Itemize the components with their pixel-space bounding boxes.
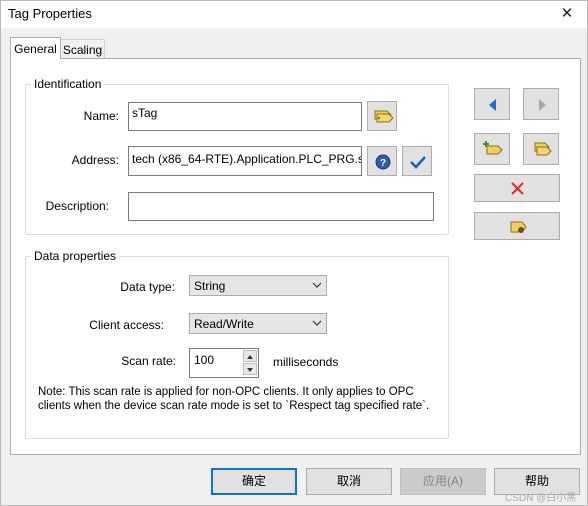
- next-tag-button[interactable]: [523, 88, 559, 120]
- tab-general[interactable]: General: [10, 37, 61, 59]
- scan-rate-unit: milliseconds: [273, 355, 339, 369]
- chevron-down-icon: [312, 282, 322, 288]
- previous-tag-button[interactable]: [474, 88, 510, 120]
- description-field[interactable]: [128, 192, 434, 221]
- delete-x-icon: [511, 182, 524, 195]
- tag-properties-button[interactable]: [474, 212, 560, 240]
- client-access-select[interactable]: Read/Write: [189, 313, 327, 334]
- watermark: CSDN @白小黑: [505, 493, 577, 504]
- title-bar: Tag Properties ✕: [1, 1, 587, 28]
- scan-rate-value: 100: [194, 353, 215, 367]
- scan-rate-spinner[interactable]: 100: [189, 348, 259, 378]
- delete-tag-button[interactable]: [474, 174, 560, 202]
- checkmark-icon: [410, 156, 426, 169]
- address-help-button[interactable]: ?: [367, 146, 397, 176]
- svg-text:?: ?: [380, 158, 386, 169]
- new-tag-icon: [483, 141, 503, 155]
- cancel-button[interactable]: 取消: [306, 468, 392, 495]
- duplicate-tag-icon: [534, 142, 552, 156]
- scan-rate-label: Scan rate:: [121, 354, 176, 368]
- data-type-value: String: [194, 279, 226, 293]
- chevron-up-icon: [247, 355, 253, 359]
- chevron-down-icon: [247, 368, 253, 372]
- tag-properties-dialog: Tag Properties ✕ General Scaling Identif…: [0, 0, 588, 506]
- name-field[interactable]: sTag: [128, 102, 362, 131]
- apply-button[interactable]: 应用(A): [400, 468, 486, 495]
- data-type-select[interactable]: String: [189, 275, 327, 296]
- new-tag-button[interactable]: [474, 133, 510, 165]
- browse-name-button[interactable]: [367, 101, 397, 131]
- validate-address-button[interactable]: [402, 146, 432, 176]
- spin-down-button[interactable]: [243, 363, 257, 375]
- arrow-left-icon: [489, 99, 496, 111]
- identification-legend: Identification: [31, 77, 105, 91]
- close-icon[interactable]: ✕: [549, 1, 585, 27]
- client-access-value: Read/Write: [194, 317, 254, 331]
- name-label: Name:: [83, 109, 119, 123]
- client-access-label: Client access:: [89, 318, 164, 332]
- tag-properties-icon: [510, 221, 527, 233]
- data-properties-legend: Data properties: [31, 249, 120, 263]
- duplicate-tag-button[interactable]: [523, 133, 559, 165]
- description-label: Description:: [45, 199, 109, 213]
- spin-up-button[interactable]: [243, 350, 257, 362]
- chevron-down-icon: [312, 320, 322, 326]
- address-label: Address:: [71, 153, 119, 167]
- scan-rate-note: Note: This scan rate is applied for non-…: [38, 386, 430, 412]
- tab-scaling[interactable]: Scaling: [60, 39, 105, 58]
- data-type-label: Data type:: [120, 280, 175, 294]
- address-field[interactable]: tech (x86_64-RTE).Application.PLC_PRG.sT…: [128, 146, 362, 176]
- window-title: Tag Properties: [8, 6, 92, 21]
- help-icon: ?: [375, 154, 391, 170]
- tag-browse-icon: [374, 110, 394, 123]
- ok-button[interactable]: 确定: [211, 468, 297, 495]
- arrow-right-icon: [539, 99, 546, 111]
